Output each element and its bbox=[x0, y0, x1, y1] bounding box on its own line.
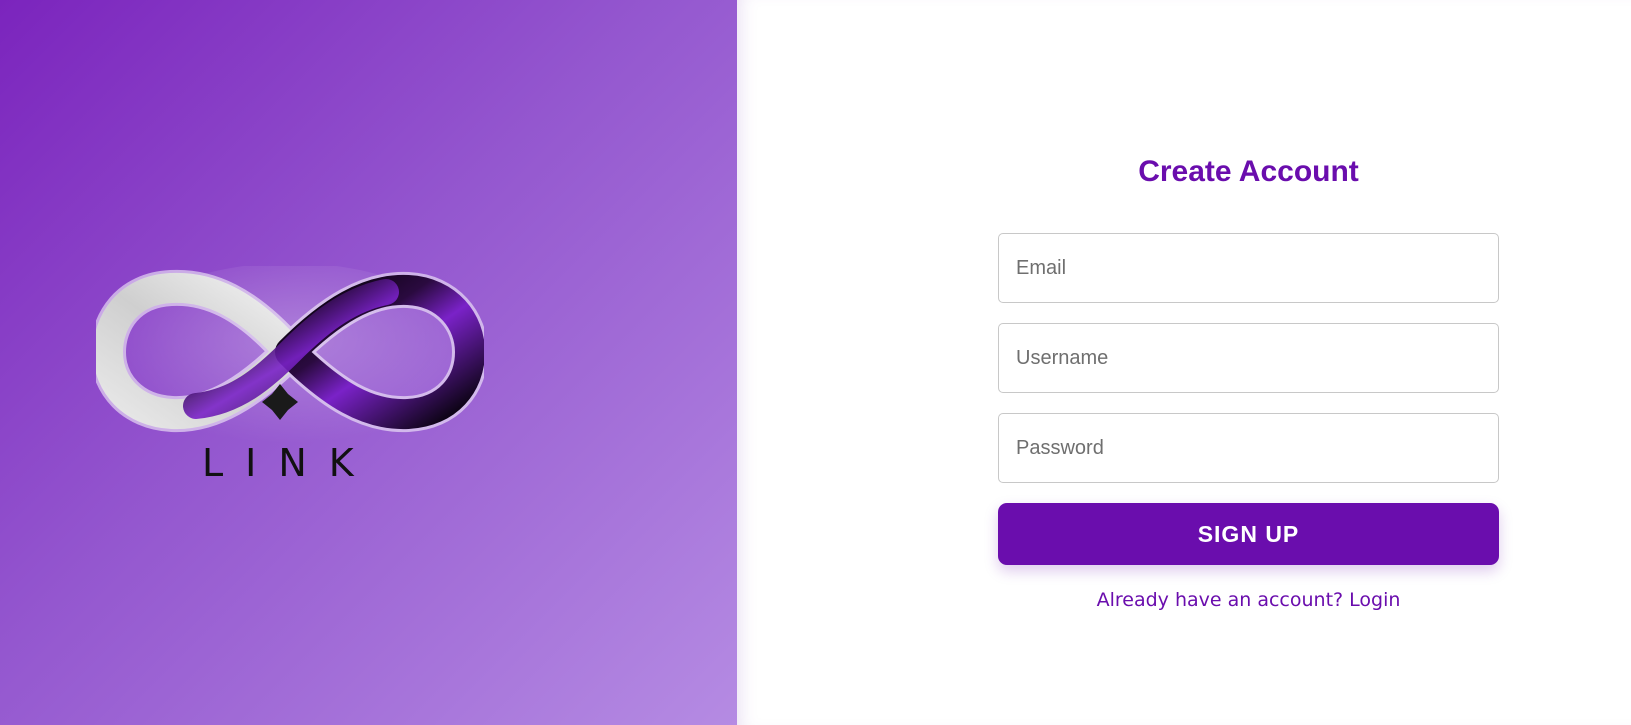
form-panel: Create Account SIGN UP Already have an a… bbox=[737, 0, 1631, 725]
username-field[interactable] bbox=[998, 323, 1499, 393]
signup-page: LINK Create Account SIGN UP Already have… bbox=[0, 0, 1631, 725]
page-title: Create Account bbox=[1138, 155, 1359, 188]
signup-form: Create Account SIGN UP Already have an a… bbox=[998, 150, 1499, 611]
email-field[interactable] bbox=[998, 233, 1499, 303]
login-link[interactable]: Already have an account? Login bbox=[1097, 589, 1401, 611]
login-prompt: Already have an account? Login bbox=[998, 589, 1499, 611]
link-logo: LINK bbox=[96, 266, 484, 502]
sign-up-button[interactable]: SIGN UP bbox=[998, 503, 1499, 565]
password-field[interactable] bbox=[998, 413, 1499, 483]
logo-wordmark: LINK bbox=[202, 441, 376, 485]
brand-panel: LINK bbox=[0, 0, 737, 725]
